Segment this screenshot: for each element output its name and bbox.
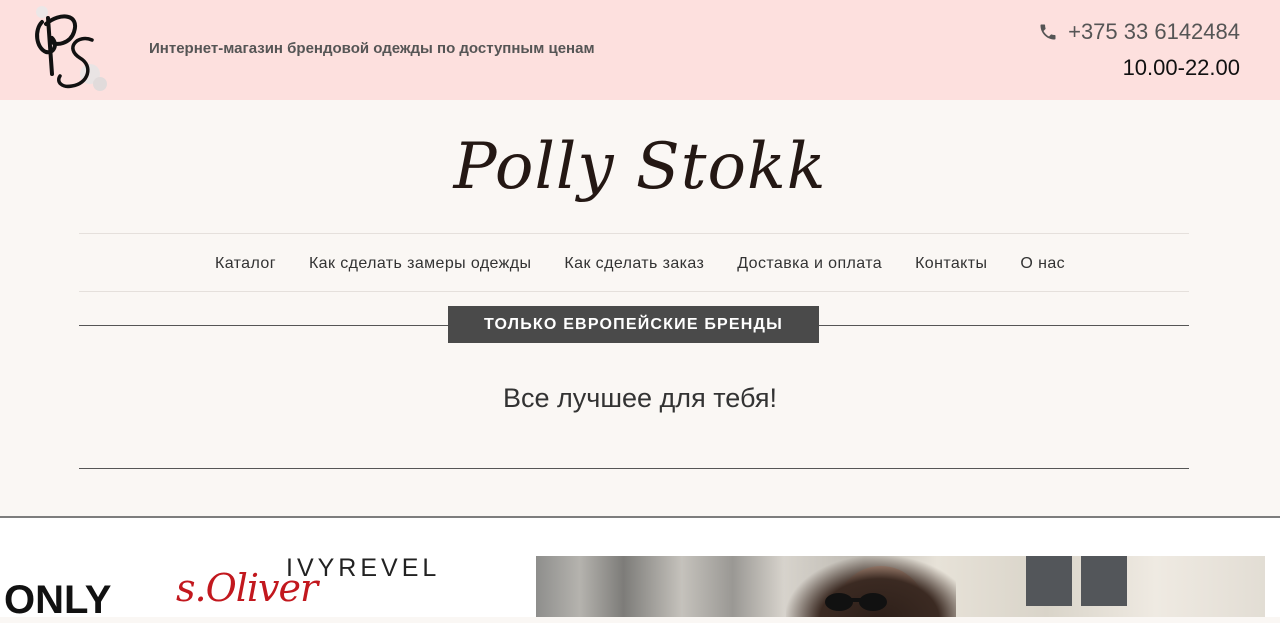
phone-number: +375 33 6142484 (1068, 19, 1240, 44)
phone-icon (1040, 24, 1056, 40)
top-bar: Интернет-магазин брендовой одежды по дос… (0, 0, 1280, 100)
main-navigation: Каталог Как сделать замеры одежды Как сд… (0, 248, 1280, 280)
phone-number-link[interactable]: +375 33 6142484 (1038, 19, 1240, 45)
nav-item-contacts[interactable]: Контакты (899, 255, 1004, 273)
nav-item-catalog[interactable]: Каталог (198, 255, 292, 273)
brand-logo-only[interactable]: ONLY (4, 578, 111, 623)
nav-item-how-to-order[interactable]: Как сделать заказ (548, 255, 721, 273)
photo-window (1026, 556, 1072, 606)
page-edge (1265, 518, 1280, 617)
nav-item-delivery-payment[interactable]: Доставка и оплата (721, 255, 899, 273)
brands-section: ONLY s.Oliver IVYREVEL (0, 518, 1280, 622)
logo[interactable] (28, 4, 112, 100)
banner-heading: ТОЛЬКО ЕВРОПЕЙСКИЕ БРЕНДЫ (448, 306, 819, 343)
slogan-rule (79, 468, 1189, 469)
nav-divider-bottom (79, 291, 1189, 292)
site-tagline: Интернет-магазин брендовой одежды по дос… (149, 40, 595, 57)
nav-item-measurements[interactable]: Как сделать замеры одежды (292, 255, 547, 273)
hero-photo (536, 556, 1265, 617)
nav-item-about[interactable]: О нас (1004, 255, 1082, 273)
contact-block: +375 33 6142484 10.00-22.00 (1038, 19, 1240, 81)
banner-slogan: Все лучшее для тебя! (503, 383, 777, 413)
photo-window (1081, 556, 1127, 606)
site-title[interactable]: Polly Stokk (0, 122, 1280, 212)
brand-logo-ivyrevel[interactable]: IVYREVEL (286, 554, 440, 583)
sunglasses-icon (825, 593, 887, 611)
working-hours: 10.00-22.00 (1122, 55, 1240, 80)
nav-divider-top (79, 233, 1189, 234)
logo-monogram-icon (35, 6, 107, 91)
